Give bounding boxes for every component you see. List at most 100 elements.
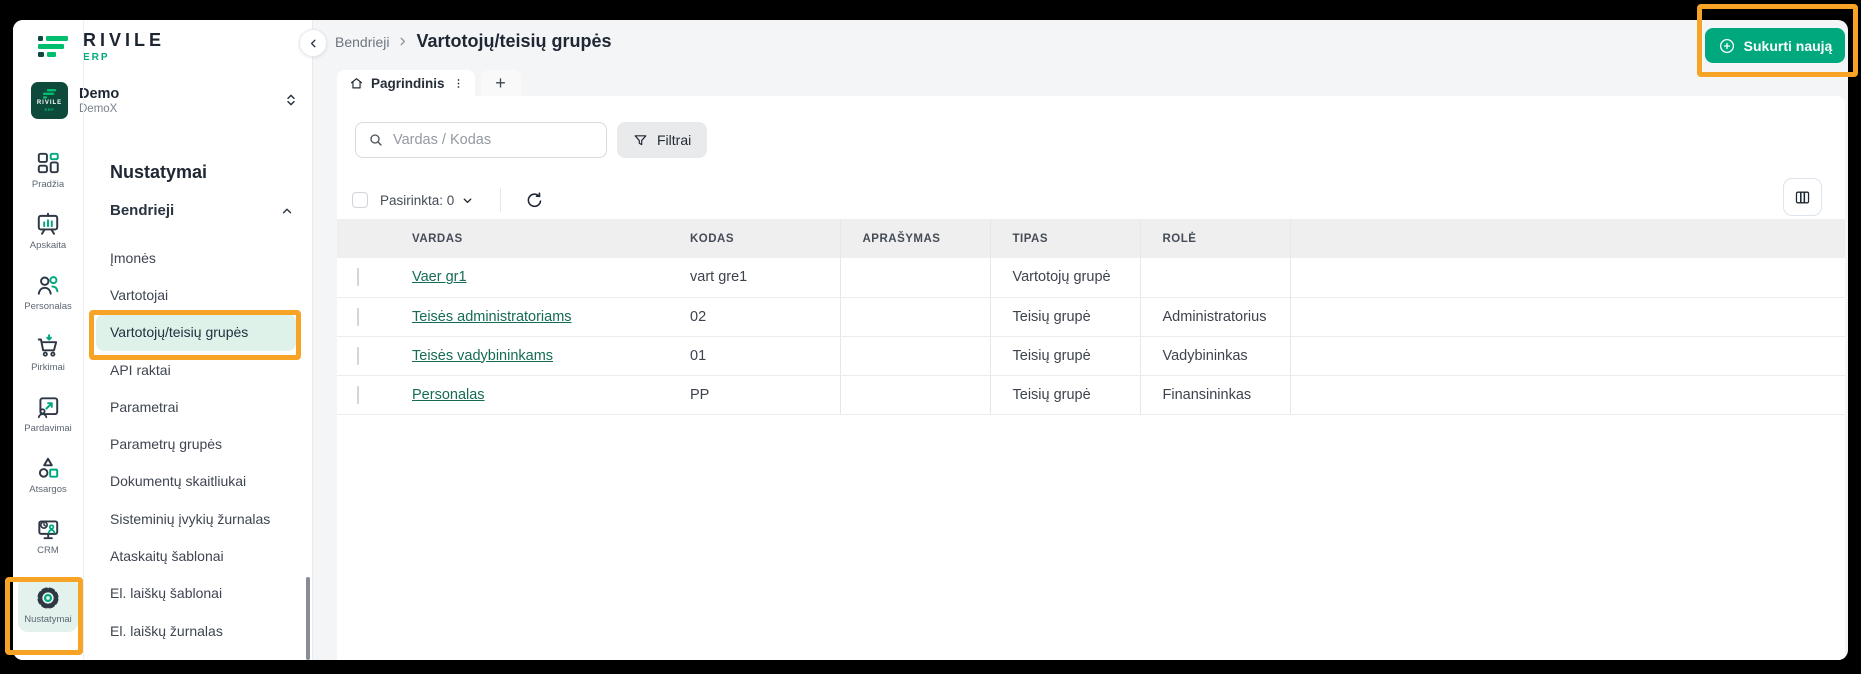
rail-item-label: Apskaita [30, 240, 66, 251]
column-header-empty [1290, 219, 1845, 258]
rail-item-pardavimai[interactable]: Pardavimai [16, 394, 80, 434]
refresh-button[interactable] [523, 189, 546, 212]
icon-rail: Pradžia Apskaita Personalas Pirkimai Par… [13, 150, 83, 632]
collapse-sidebar-button[interactable] [299, 29, 327, 57]
row-checkbox-cell [337, 258, 412, 297]
rail-item-label: Atsargos [29, 484, 67, 495]
group-link[interactable]: Personalas [412, 387, 485, 403]
menu-item[interactable]: Parametrų grupės [96, 425, 296, 462]
menu-item[interactable]: El. laiškų šablonai [96, 575, 296, 612]
menu-item[interactable]: Dokumentų skaitliukai [96, 463, 296, 500]
column-header[interactable]: ROLĖ [1140, 219, 1290, 258]
column-header[interactable]: TIPAS [990, 219, 1140, 258]
row-checkbox[interactable] [357, 347, 359, 365]
rail-item-crm[interactable]: CRM [16, 516, 80, 556]
rivile-logo-icon [35, 35, 73, 59]
menu-item[interactable]: Ataskaitų šablonai [96, 537, 296, 574]
rail-item-pirkimai[interactable]: Pirkimai [16, 333, 80, 373]
cart-icon [35, 333, 61, 359]
chevron-right-icon [396, 35, 409, 48]
chevron-down-icon[interactable] [461, 194, 474, 207]
kebab-menu-icon[interactable] [452, 77, 465, 90]
rail-item-label: Pirkimai [31, 362, 65, 373]
table-header-row: VARDASKODASAPRAŠYMASTIPASROLĖ [337, 219, 1845, 258]
cell-aprasymas [840, 297, 990, 336]
highlight-box-settings-rail-item [5, 577, 83, 655]
menu-item[interactable]: El. laiškų žurnalas [96, 612, 296, 649]
cell-tipas: Teisių grupė [990, 375, 1140, 414]
cell-tipas: Teisių grupė [990, 336, 1140, 375]
cell-kodas: vart gre1 [690, 258, 840, 297]
main-content: Bendrieji Vartotojų/teisių grupės Sukurt… [313, 20, 1848, 660]
row-checkbox[interactable] [357, 308, 359, 326]
cell-vardas: Vaer gr1 [412, 258, 690, 297]
selected-count-label: Pasirinkta: 0 [380, 193, 454, 208]
cell-tipas: Vartotojų grupė [990, 258, 1140, 297]
menu-items: ĮmonėsVartotojaiVartotojų/teisių grupėsA… [96, 239, 296, 660]
cell-vardas: Personalas [412, 375, 690, 414]
cell-role: Finansininkas [1140, 375, 1290, 414]
row-checkbox-cell [337, 297, 412, 336]
sidebar-scrollbar-thumb[interactable] [306, 577, 310, 660]
breadcrumb-parent[interactable]: Bendrieji [335, 34, 389, 50]
dashboard-icon [35, 150, 61, 176]
rail-item-label: Personalas [24, 301, 72, 312]
group-link[interactable]: Vaer gr1 [412, 269, 467, 285]
chart-board-icon [35, 211, 61, 237]
rail-item-label: Pradžia [32, 179, 64, 190]
cell-role [1140, 258, 1290, 297]
cell-empty [1290, 336, 1845, 375]
header-checkbox-cell [337, 219, 412, 258]
crm-monitor-icon [35, 516, 61, 542]
add-tab-button[interactable]: + [481, 70, 521, 96]
menu-section-label: Bendrieji [110, 202, 174, 219]
row-checkbox[interactable] [357, 268, 359, 286]
cell-empty [1290, 297, 1845, 336]
refresh-icon [525, 191, 544, 210]
search-input[interactable] [393, 132, 594, 148]
table-row: Vaer gr1 vart gre1 Vartotojų grupė [337, 258, 1845, 297]
rail-item-label: Pardavimai [24, 423, 72, 434]
cell-aprasymas [840, 336, 990, 375]
menu-section-bendrieji[interactable]: Bendrieji [110, 202, 294, 219]
chevron-up-icon [280, 204, 294, 218]
rail-item-atsargos[interactable]: Atsargos [16, 455, 80, 495]
cell-kodas: 02 [690, 297, 840, 336]
row-checkbox[interactable] [357, 386, 359, 404]
menu-item[interactable]: Sisteminių įvykių žurnalas [96, 500, 296, 537]
column-header[interactable]: VARDAS [412, 219, 690, 258]
rail-item-apskaita[interactable]: Apskaita [16, 211, 80, 251]
content-panel: Filtrai Pasirinkta: 0 [337, 96, 1845, 660]
group-link[interactable]: Teisės vadybininkams [412, 348, 553, 364]
table-row: Personalas PP Teisių grupė Finansininkas [337, 375, 1845, 414]
column-header[interactable]: APRAŠYMAS [840, 219, 990, 258]
menu-item[interactable]: Eksporto/importo šablonai [96, 649, 296, 660]
tab-bar: Pagrindinis + [337, 70, 521, 96]
rail-item-pradžia[interactable]: Pradžia [16, 150, 80, 190]
table-row: Teisės administratoriams 02 Teisių grupė… [337, 297, 1845, 336]
menu-item[interactable]: Parametrai [96, 388, 296, 425]
rail-item-personalas[interactable]: Personalas [16, 272, 80, 312]
funnel-icon [633, 133, 648, 148]
cell-role: Vadybininkas [1140, 336, 1290, 375]
tab-pagrindinis[interactable]: Pagrindinis [337, 70, 475, 96]
column-settings-button[interactable] [1783, 178, 1822, 216]
group-link[interactable]: Teisės administratoriams [412, 309, 572, 325]
row-checkbox-cell [337, 336, 412, 375]
select-all-checkbox[interactable] [352, 192, 368, 208]
filter-button[interactable]: Filtrai [617, 122, 707, 158]
column-header[interactable]: KODAS [690, 219, 840, 258]
columns-icon [1794, 189, 1811, 206]
shapes-icon [35, 455, 61, 481]
toolbar-divider [500, 188, 501, 212]
breadcrumb: Bendrieji Vartotojų/teisių grupės [335, 31, 612, 52]
menu-item[interactable]: Įmonės [96, 239, 296, 276]
highlight-box-create-button [1697, 4, 1858, 77]
selection-toolbar: Pasirinkta: 0 [352, 188, 546, 212]
row-checkbox-cell [337, 375, 412, 414]
search-box [355, 122, 607, 158]
menu-item[interactable]: Vartotojai [96, 276, 296, 313]
cell-aprasymas [840, 258, 990, 297]
rail-item-label: CRM [37, 545, 59, 556]
cell-kodas: PP [690, 375, 840, 414]
